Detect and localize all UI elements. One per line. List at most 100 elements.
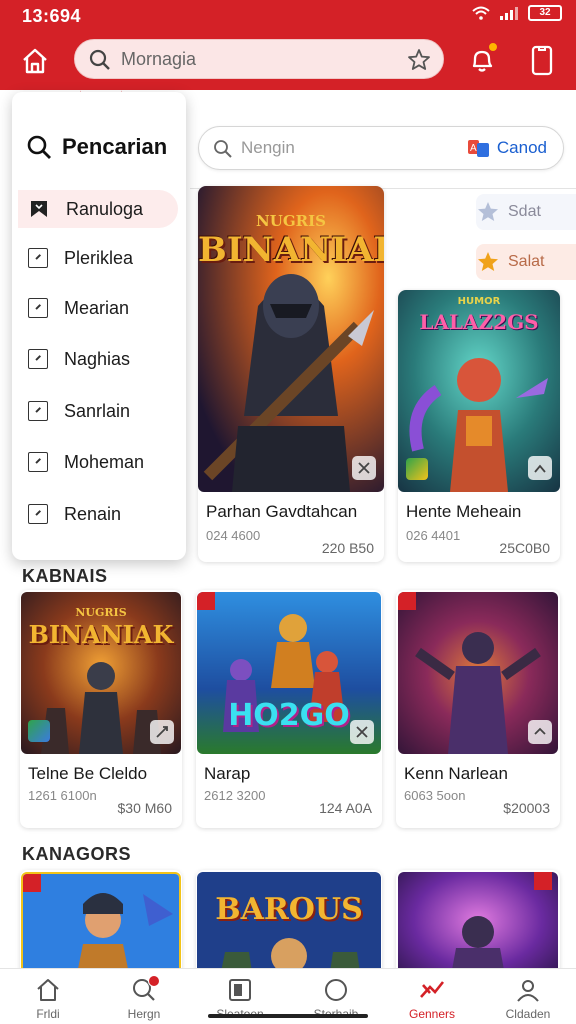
game-art-title: BINANIAK — [28, 620, 174, 649]
game-card[interactable] — [396, 870, 560, 968]
game-card[interactable]: BAROUS — [196, 870, 382, 968]
game-price: $30 M60 — [117, 800, 172, 816]
game-meta: 1261 6100n — [28, 788, 97, 803]
section-title: KANAGORS — [22, 844, 132, 864]
saved-filter-chip[interactable]: Sdat — [476, 194, 576, 230]
starred-filter-chip[interactable]: Salat — [476, 244, 576, 280]
game-card[interactable]: Kenn Narlean 6063 5oon $20003 — [396, 590, 560, 828]
section-title: KABNAIS — [22, 566, 108, 586]
tools-icon[interactable] — [150, 720, 174, 744]
status-icons: 32 — [472, 5, 562, 21]
drawer-item-label: Renain — [64, 503, 122, 524]
category-icon — [28, 248, 48, 268]
search-bar[interactable]: A Canod — [198, 126, 564, 170]
nav-item-profile[interactable]: Cldaden — [480, 969, 576, 1024]
game-art-subtitle: HUMOR — [457, 296, 501, 307]
game-price: 124 A0A — [319, 800, 372, 816]
library-icon — [229, 979, 251, 1001]
game-card[interactable]: NUGRIS BINANIAK Telne Be Cleldo 1261 610… — [20, 590, 182, 828]
drawer-item-ranuloga[interactable]: Ranuloga — [18, 190, 178, 228]
home-icon — [23, 48, 47, 74]
search-icon — [89, 49, 110, 70]
drawer-item-renain[interactable]: Renain — [18, 495, 178, 533]
game-card[interactable]: NUGRIS BINANIAK Parhan Gavdtahcan 024 46… — [198, 186, 384, 562]
game-cover-image — [398, 872, 558, 968]
cancel-label: Canod — [496, 138, 547, 157]
game-meta: 026 4401 — [406, 528, 461, 543]
tools-icon[interactable] — [528, 456, 552, 480]
drawer-item-mearian[interactable]: Mearian — [18, 289, 178, 327]
starred-filter-label: Salat — [508, 253, 545, 270]
wifi-icon — [472, 6, 490, 20]
saved-filter-label: Sdat — [508, 203, 541, 220]
app-bar — [0, 30, 576, 90]
drawer-item-naghias[interactable]: Naghias — [18, 340, 178, 378]
game-art-subtitle: NUGRIS — [75, 606, 127, 619]
game-meta: 6063 5oon — [404, 788, 466, 803]
games-icon — [420, 981, 445, 998]
nav-label: Cldaden — [505, 1007, 551, 1021]
game-card[interactable]: HUMOR LALAZ2GS Hente Meheain 026 4401 25… — [398, 290, 560, 562]
nav-label: Frldi — [36, 1007, 60, 1021]
bookmark-icon — [31, 201, 47, 217]
star-icon[interactable] — [407, 48, 431, 72]
tools-icon[interactable] — [528, 720, 552, 744]
drawer-item-label: Sanrlain — [64, 400, 131, 421]
search-input[interactable] — [241, 127, 421, 169]
star-icon — [478, 252, 498, 271]
ribbon-badge — [534, 872, 552, 890]
game-price: 25C0B0 — [499, 540, 550, 556]
game-price: $20003 — [503, 800, 550, 816]
svg-text:A: A — [470, 143, 477, 154]
platform-badge-icon — [406, 458, 428, 480]
tools-icon[interactable] — [350, 720, 374, 744]
game-cover-image: BAROUS — [197, 872, 381, 968]
top-search-input[interactable] — [121, 40, 401, 78]
game-art-title: BINANIAK — [198, 230, 384, 270]
category-icon — [28, 452, 48, 472]
category-icon — [28, 349, 48, 369]
tools-icon[interactable] — [352, 456, 376, 480]
game-title: Telne Be Cleldo — [28, 764, 148, 783]
platform-badge-icon — [28, 720, 50, 742]
nav-item-home[interactable]: Frldi — [0, 969, 96, 1024]
phone-icon — [531, 45, 553, 76]
circle-icon — [325, 979, 347, 1001]
game-card[interactable] — [20, 870, 182, 968]
device-button[interactable] — [524, 42, 560, 78]
game-title: Parhan Gavdtahcan — [206, 502, 358, 521]
notification-dot — [488, 42, 498, 52]
drawer-item-sanrlain[interactable]: Sanrlain — [18, 392, 178, 430]
top-search-bar[interactable] — [74, 39, 444, 79]
search-icon — [214, 140, 232, 158]
game-price: 220 B50 — [321, 540, 374, 556]
nav-item-games[interactable]: Genners — [384, 969, 480, 1024]
home-indicator — [208, 1014, 368, 1018]
drawer-title: Pencarian — [62, 134, 168, 159]
game-title: Hente Meheain — [406, 502, 522, 521]
signal-icon — [500, 6, 518, 20]
game-cover-image — [21, 872, 181, 968]
category-icon — [28, 298, 48, 318]
ribbon-badge — [23, 874, 41, 892]
game-title: Kenn Narlean — [404, 764, 508, 783]
nav-label: Hergn — [127, 1007, 161, 1021]
notifications-button[interactable] — [464, 42, 500, 78]
drawer-item-pleriklea[interactable]: Pleriklea — [18, 239, 178, 277]
cancel-button[interactable]: A Canod — [467, 138, 547, 158]
search-drawer: Pencarian Ranuloga Pleriklea Mearian Nag… — [12, 92, 186, 560]
game-art-title: BAROUS — [215, 892, 363, 927]
drawer-item-label: Pleriklea — [64, 247, 134, 268]
game-art-subtitle: NUGRIS — [256, 212, 326, 230]
nav-item-search[interactable]: Hergn — [96, 969, 192, 1024]
game-meta: 2612 3200 — [204, 788, 266, 803]
game-card[interactable]: HO2GO Narap 2612 3200 124 A0A — [196, 590, 382, 828]
drawer-item-moheman[interactable]: Moheman — [18, 443, 178, 481]
game-art-title: LALAZ2GS — [419, 310, 539, 334]
battery-icon: 32 — [528, 5, 562, 21]
home-button[interactable] — [16, 42, 54, 80]
drawer-item-label: Ranuloga — [66, 198, 144, 219]
search-icon — [27, 135, 51, 159]
game-cover-image: NUGRIS BINANIAK — [198, 186, 384, 492]
drawer-item-label: Naghias — [64, 348, 131, 369]
